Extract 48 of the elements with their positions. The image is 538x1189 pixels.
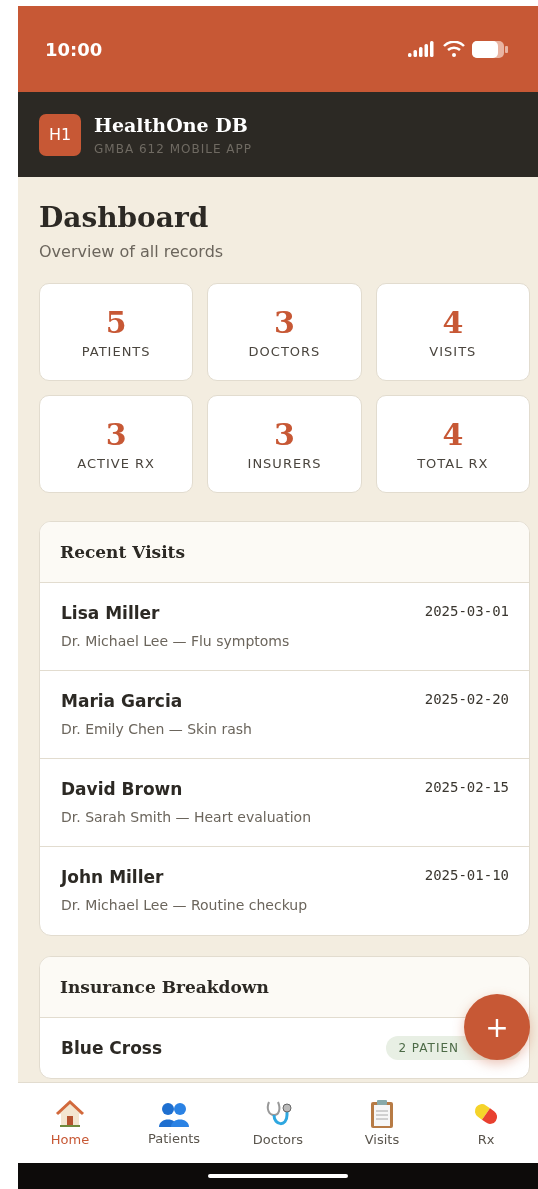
signal-icon (408, 41, 436, 57)
visit-detail: Dr. Michael Lee — Routine checkup (61, 897, 308, 913)
battery-icon (472, 40, 508, 58)
visit-detail: Dr. Sarah Smith — Heart evaluation (61, 809, 311, 825)
stat-label: INSURERS (247, 456, 322, 471)
stat-value: 4 (442, 417, 464, 452)
nav-tab[interactable]: Doctors (226, 1083, 330, 1163)
patient-name: John Miller (61, 867, 165, 887)
card-title: Recent Visits (60, 542, 186, 562)
visit-row[interactable]: John Miller Dr. Michael Lee — Routine checkup 2025-01-10 (40, 847, 529, 935)
stat-label: PATIENTS (81, 344, 151, 359)
stat-value: 3 (274, 417, 295, 452)
app-logo: H1 (39, 113, 81, 156)
stat-value: 4 (442, 305, 464, 340)
visit-date: 2025-03-01 (424, 603, 509, 621)
clipboard-icon (369, 1099, 395, 1129)
nav-tab[interactable]: Home (18, 1083, 122, 1163)
status-time: 10:00 (45, 38, 103, 60)
visit-row[interactable]: Maria Garcia Dr. Emily Chen — Skin rash 2025-02-20 (40, 671, 529, 759)
visit-row[interactable]: David Brown Dr. Sarah Smith — Heart evaluation 2025-02-15 (40, 759, 529, 847)
visit-date: 2025-01-10 (424, 867, 509, 885)
wifi-icon (443, 41, 465, 57)
house-icon (55, 1099, 85, 1129)
stat-label: VISITS (429, 344, 477, 359)
stat-label: DOCTORS (248, 344, 321, 359)
page-title: Dashboard (39, 201, 210, 234)
app-subtitle: GMBA 612 MOBILE APP (94, 141, 252, 156)
stat-value: 3 (274, 305, 295, 340)
stat-value: 3 (105, 417, 127, 452)
visit-date: 2025-02-15 (424, 779, 509, 797)
visit-detail: Dr. Emily Chen — Skin rash (61, 721, 252, 737)
patient-name: Lisa Miller (61, 603, 161, 623)
nav-tab[interactable]: Patients (122, 1083, 226, 1163)
nav-tab[interactable]: Rx (434, 1083, 538, 1163)
visit-row[interactable]: Lisa Miller Dr. Michael Lee — Flu symptoms 2025-03-01 (40, 583, 529, 671)
patient-name: David Brown (61, 779, 184, 799)
people-icon (158, 1100, 190, 1128)
page-subtitle: Overview of all records (39, 242, 225, 261)
patient-name: Maria Garcia (61, 691, 184, 711)
stat-label: ACTIVE RX (77, 456, 155, 471)
nav-tab[interactable]: Visits (330, 1083, 434, 1163)
stat-value: 5 (105, 305, 127, 340)
card-title: Insurance Breakdown (60, 977, 269, 997)
visit-detail: Dr. Michael Lee — Flu symptoms (61, 633, 290, 649)
app-title: HealthOne DB (94, 113, 249, 136)
stat-label: TOTAL RX (417, 456, 489, 471)
visit-date: 2025-02-20 (424, 691, 509, 709)
insurer-name: Blue Cross (61, 1038, 163, 1058)
